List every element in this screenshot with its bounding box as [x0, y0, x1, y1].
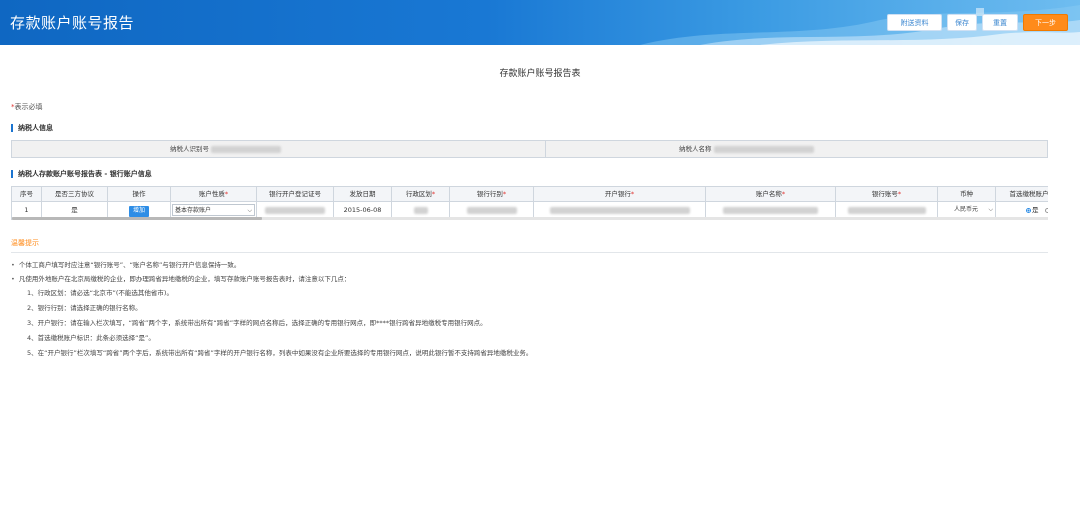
- tip-item: 2、银行行别：请选择正确的银行名称。: [27, 304, 142, 312]
- cell-account-type: 基本存款账户 ⌵: [171, 202, 257, 218]
- cell-account-name[interactable]: [706, 202, 836, 218]
- col-bank-reg-no: 银行开户登记证号: [257, 187, 334, 202]
- account-type-select[interactable]: 基本存款账户 ⌵: [172, 204, 255, 216]
- taxpayer-info-row: 纳税人识别号 纳税人名称: [11, 140, 1048, 158]
- col-account-type: 账户性质*: [171, 187, 257, 202]
- account-type-value: 基本存款账户: [175, 207, 212, 214]
- cell-action: 增加: [108, 202, 171, 218]
- col-agreement: 是否三方协议: [42, 187, 108, 202]
- taxpayer-id-redacted: [211, 145, 282, 153]
- preferred-yes-radio[interactable]: [1026, 207, 1031, 213]
- cell-currency: 人民币元 ⌵: [938, 202, 996, 218]
- preferred-no-radio[interactable]: [1044, 207, 1048, 213]
- bullet-icon: •: [11, 275, 15, 283]
- col-action: 操作: [108, 187, 171, 202]
- table-header: 序号 是否三方协议 操作 账户性质* 银行开户登记证号 发放日期 行政区划* 银…: [12, 187, 1048, 202]
- tip-bullet: • 个体工商户填写时应注意“银行账号”、“账户名称”与银行开户信息保持一致。: [11, 259, 240, 269]
- cell-open-bank[interactable]: [534, 202, 706, 218]
- col-account-name-label: 账户名称: [755, 190, 782, 198]
- cell-agreement: 是: [42, 202, 108, 218]
- tip-text: 凡使用外地账户在北京局缴税的企业，即办理跨省异地缴税的企业，填写存款账户账号报告…: [18, 275, 351, 283]
- col-currency: 币种: [938, 187, 996, 202]
- add-row-button[interactable]: 增加: [128, 206, 149, 217]
- taxpayer-name-label: 纳税人名称: [679, 145, 712, 153]
- cell-preferred: 是 否: [996, 202, 1048, 218]
- app-title: 存款账户账号报告: [10, 14, 135, 32]
- scrollbar-thumb[interactable]: [12, 217, 262, 220]
- app-header: 存款账户账号报告 附送资料 保存 重置 下一步: [0, 0, 1080, 45]
- tips-title: 温馨提示: [11, 239, 39, 247]
- col-region: 行政区划*: [392, 187, 450, 202]
- taxpayer-section-title: 纳税人信息: [11, 124, 53, 132]
- col-issue-date: 发放日期: [334, 187, 392, 202]
- col-region-label: 行政区划: [405, 190, 432, 198]
- cell-region[interactable]: [392, 202, 450, 218]
- chevron-down-icon: ⌵: [988, 206, 993, 213]
- col-preferred: 首选缴税账户标识: [996, 187, 1048, 202]
- col-account-no-label: 银行账号: [871, 190, 898, 198]
- reset-button[interactable]: 重置: [982, 14, 1018, 31]
- currency-value: 人民币元: [954, 206, 979, 213]
- bank-type-redacted: [466, 206, 517, 214]
- cell-bank-reg-no: [257, 202, 334, 218]
- next-step-button[interactable]: 下一步: [1023, 14, 1068, 31]
- cell-account-no[interactable]: [836, 202, 938, 218]
- chevron-down-icon: ⌵: [247, 207, 252, 214]
- account-name-redacted: [723, 206, 818, 214]
- tip-text: 个体工商户填写时应注意“银行账号”、“账户名称”与银行开户信息保持一致。: [18, 261, 241, 269]
- save-button[interactable]: 保存: [947, 14, 977, 31]
- bank-section-title: 纳税人存款账户账号报告表 - 银行账户信息: [11, 170, 152, 178]
- account-no-redacted: [847, 206, 926, 214]
- tip-item: 5、在“开户银行”栏次填写“跨省”两个字后，系统带出所有“跨省”字样的开户银行名…: [27, 349, 533, 357]
- col-account-type-label: 账户性质: [198, 190, 225, 198]
- currency-select[interactable]: 人民币元 ⌵: [952, 204, 995, 216]
- page-title: 存款账户账号报告表: [499, 69, 581, 79]
- col-open-bank: 开户银行*: [534, 187, 706, 202]
- taxpayer-id-field: 纳税人识别号: [170, 141, 282, 157]
- taxpayer-name-redacted: [713, 145, 814, 153]
- preferred-yes-label: 是: [1032, 206, 1039, 214]
- col-bank-type: 银行行别*: [450, 187, 534, 202]
- tip-item: 4、首选缴税账户标识：此条必须选择“是”。: [27, 334, 155, 342]
- attach-materials-button[interactable]: 附送资料: [887, 14, 942, 31]
- col-account-name: 账户名称*: [706, 187, 836, 202]
- cell-issue-date[interactable]: 2015-06-08: [334, 202, 392, 218]
- tips-divider: [11, 252, 1048, 253]
- bullet-icon: •: [11, 261, 15, 269]
- required-note: *表示必填: [11, 102, 43, 112]
- open-bank-redacted: [549, 206, 690, 214]
- tip-item: 1、行政区划：请必选“北京市”(不能选其他省市)。: [27, 289, 173, 297]
- tip-item: 3、开户银行：请在输入栏次填写，“跨省”两个字，系统带出所有“跨省”字样的网点名…: [27, 319, 487, 327]
- col-index: 序号: [12, 187, 42, 202]
- col-account-no: 银行账号*: [836, 187, 938, 202]
- taxpayer-id-label: 纳税人识别号: [170, 145, 209, 153]
- region-redacted: [413, 206, 428, 214]
- cell-bank-type[interactable]: [450, 202, 534, 218]
- col-open-bank-label: 开户银行: [604, 190, 631, 198]
- table-row: 1 是 增加 基本存款账户 ⌵ 2015-06-08 人民币元 ⌵ 是 否: [12, 202, 1048, 218]
- table-horizontal-scrollbar[interactable]: [12, 217, 1048, 220]
- col-bank-type-label: 银行行别: [476, 190, 503, 198]
- bank-reg-no-redacted: [265, 206, 325, 214]
- taxpayer-name-field: 纳税人名称: [679, 141, 814, 157]
- cell-index: 1: [12, 202, 42, 218]
- info-divider: [545, 141, 546, 157]
- required-note-text: 表示必填: [14, 103, 43, 111]
- tip-bullet: • 凡使用外地账户在北京局缴税的企业，即办理跨省异地缴税的企业，填写存款账户账号报…: [11, 273, 350, 283]
- bank-account-table: 序号 是否三方协议 操作 账户性质* 银行开户登记证号 发放日期 行政区划* 银…: [11, 186, 1048, 220]
